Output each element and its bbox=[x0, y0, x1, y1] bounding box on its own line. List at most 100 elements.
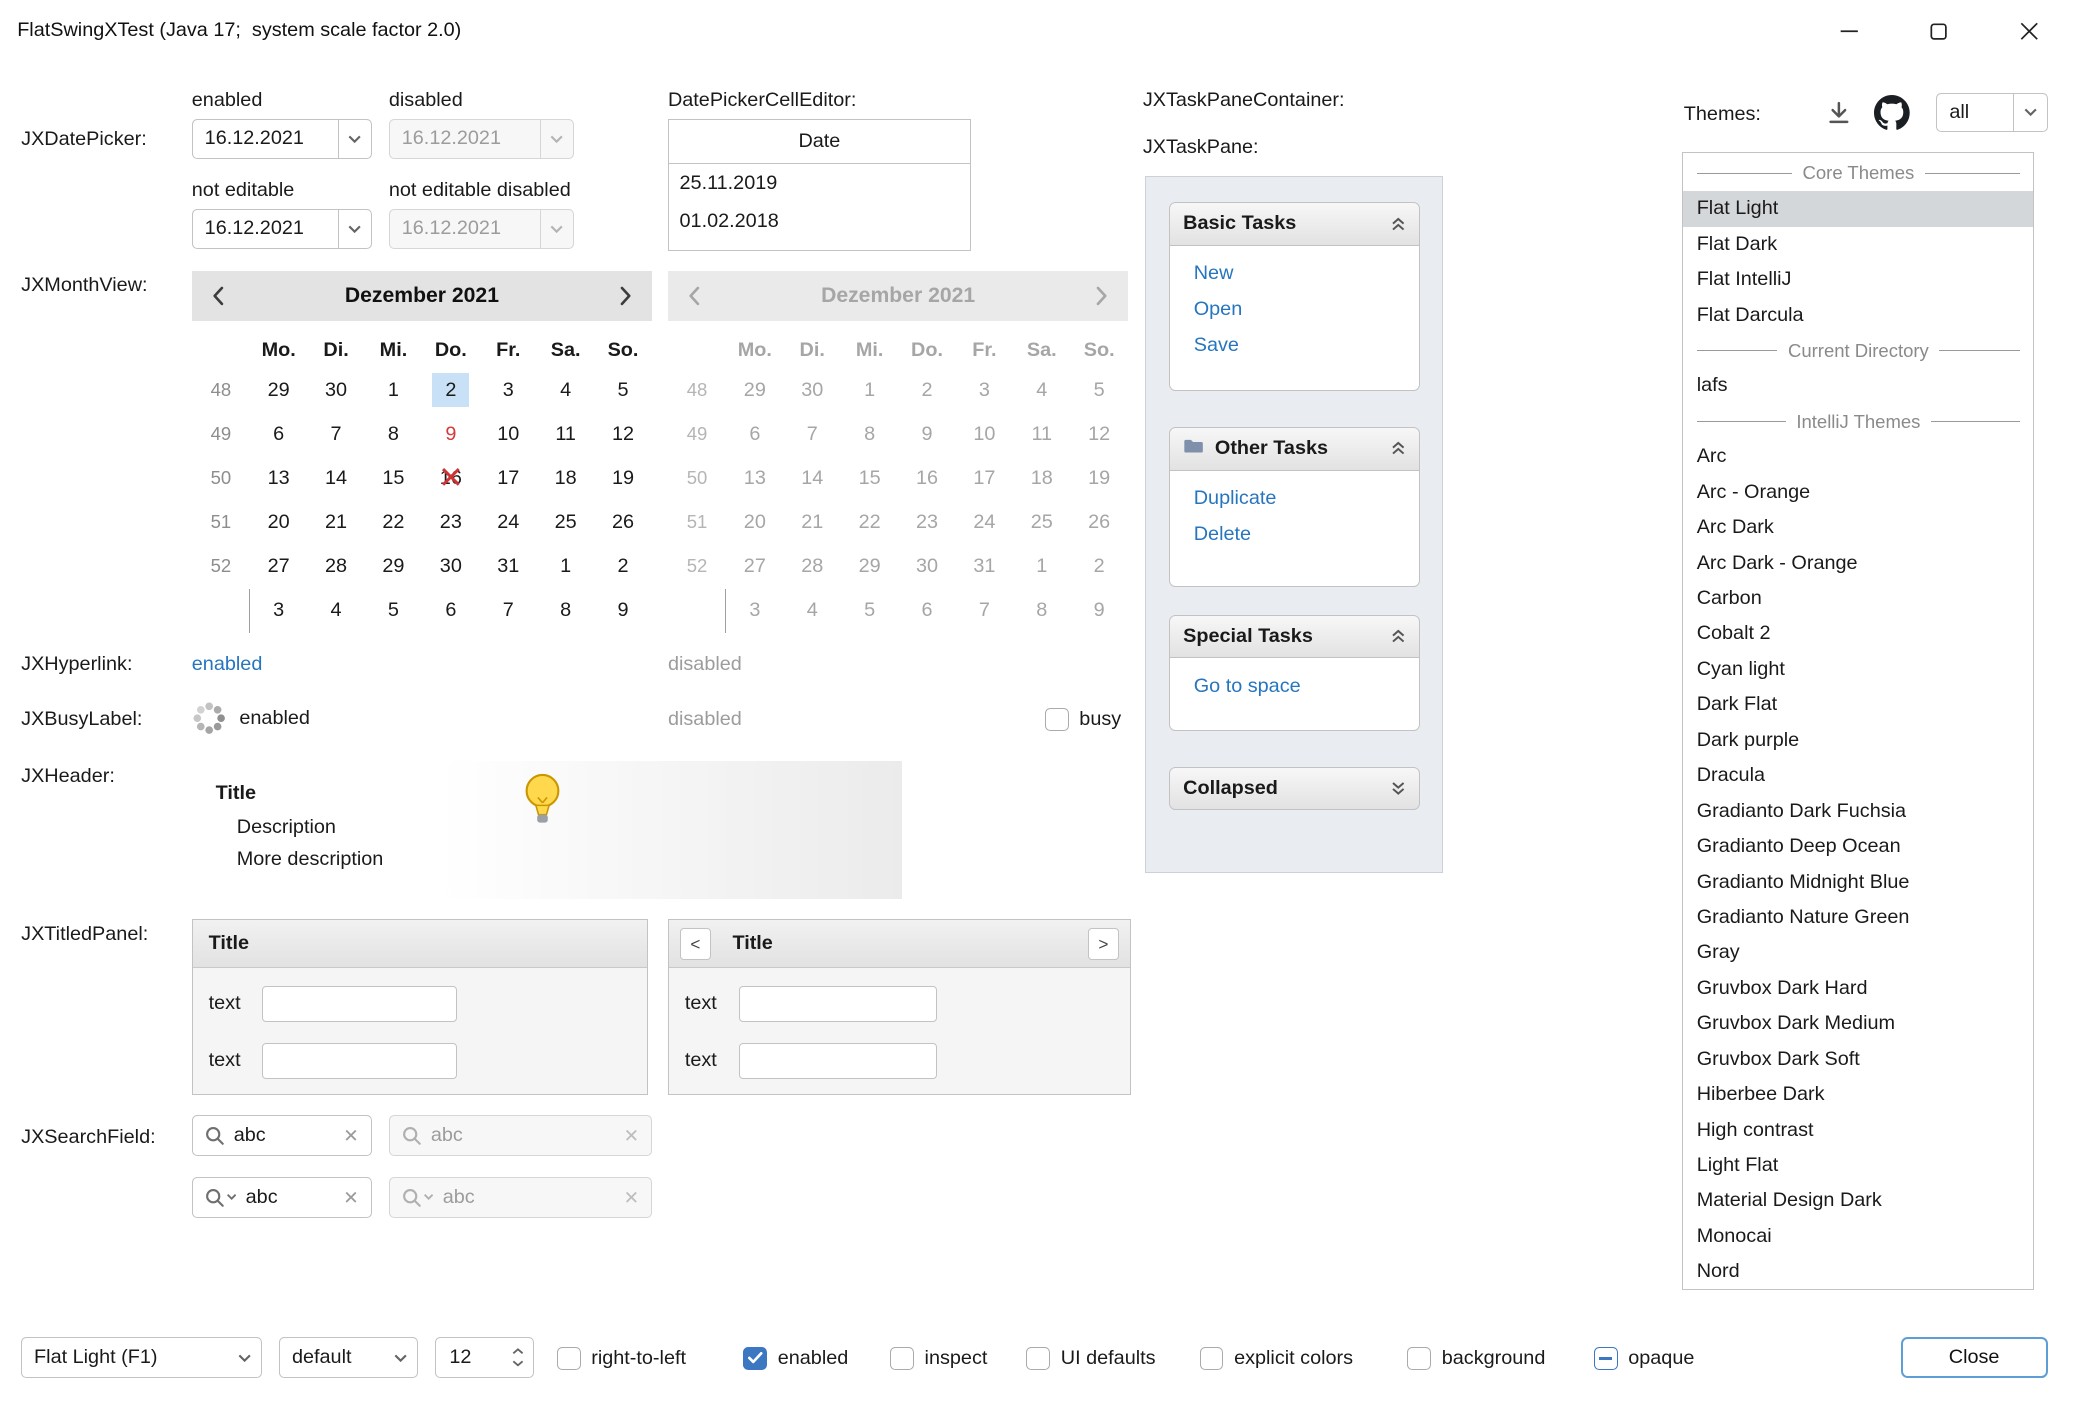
text-input[interactable] bbox=[262, 1043, 458, 1079]
chevron-down-icon[interactable] bbox=[384, 1338, 417, 1377]
calendar-day[interactable]: 21 bbox=[307, 500, 364, 544]
font-size-spinner[interactable]: 12 bbox=[435, 1337, 534, 1378]
calendar-day[interactable]: 2 bbox=[594, 544, 651, 588]
chevron-down-icon[interactable] bbox=[2013, 94, 2046, 132]
theme-list-item[interactable]: Material Design Dark bbox=[1683, 1183, 2033, 1218]
calendar-day[interactable]: 9 bbox=[422, 412, 479, 456]
spinner-buttons[interactable] bbox=[502, 1348, 534, 1367]
theme-list-item[interactable]: Dark purple bbox=[1683, 723, 2033, 758]
theme-list-item[interactable]: Arc bbox=[1683, 439, 2033, 474]
theme-list-item[interactable]: Nord bbox=[1683, 1254, 2033, 1289]
text-input[interactable] bbox=[739, 986, 937, 1022]
calendar-day[interactable]: 8 bbox=[365, 412, 422, 456]
theme-list-item[interactable]: Gruvbox Dark Medium bbox=[1683, 1006, 2033, 1041]
theme-list-item[interactable]: Gradianto Midnight Blue bbox=[1683, 865, 2033, 900]
taskpane-header[interactable]: Collapsed bbox=[1169, 767, 1420, 811]
theme-list-item[interactable]: Flat Darcula bbox=[1683, 298, 2033, 333]
titled-panel-left-button[interactable]: < bbox=[680, 928, 712, 960]
calendar-day[interactable]: 18 bbox=[537, 456, 594, 500]
calendar-day[interactable]: 24 bbox=[480, 500, 537, 544]
calendar-day[interactable]: 30 bbox=[307, 368, 364, 412]
text-input[interactable] bbox=[739, 1043, 937, 1079]
table-cell-date[interactable]: 25.11.2019 bbox=[669, 164, 970, 202]
checkbox-opaque[interactable]: opaque bbox=[1594, 1345, 1695, 1371]
calendar-day[interactable]: 16 bbox=[422, 456, 479, 500]
calendar-day[interactable]: 3 bbox=[250, 589, 307, 633]
taskpane-link[interactable]: New bbox=[1194, 256, 1412, 292]
chevron-down-icon[interactable] bbox=[338, 120, 371, 158]
calendar-day[interactable]: 4 bbox=[537, 368, 594, 412]
search-menu-icon[interactable] bbox=[205, 1188, 237, 1208]
checkbox-background[interactable]: background bbox=[1407, 1345, 1545, 1371]
search-input[interactable]: abc bbox=[246, 1186, 334, 1209]
chevron-down-icon[interactable] bbox=[228, 1338, 261, 1377]
calendar-day[interactable]: 3 bbox=[480, 368, 537, 412]
collapse-chevron-icon[interactable] bbox=[1391, 629, 1406, 644]
calendar-day[interactable]: 29 bbox=[365, 544, 422, 588]
datepicker-not-editable[interactable]: 16.12.2021 bbox=[192, 209, 372, 249]
datepicker-enabled[interactable]: 16.12.2021 bbox=[192, 119, 372, 159]
collapse-chevron-icon[interactable] bbox=[1391, 441, 1406, 456]
theme-list-item[interactable]: lafs bbox=[1683, 368, 2033, 403]
calendar-day[interactable]: 29 bbox=[250, 368, 307, 412]
close-window-button[interactable] bbox=[1984, 0, 2074, 63]
calendar-day[interactable]: 9 bbox=[594, 589, 651, 633]
expand-chevron-icon[interactable] bbox=[1391, 781, 1406, 796]
calendar-day[interactable]: 13 bbox=[250, 456, 307, 500]
laf-combobox-value[interactable]: Flat Light (F1) bbox=[22, 1346, 228, 1369]
search-field-with-menu[interactable]: abc ✕ bbox=[192, 1177, 372, 1218]
maximize-button[interactable] bbox=[1894, 0, 1984, 63]
taskpane-link[interactable]: Open bbox=[1194, 292, 1412, 328]
titled-panel-right-button[interactable]: > bbox=[1088, 928, 1120, 960]
theme-list-item[interactable]: Flat IntelliJ bbox=[1683, 262, 2033, 297]
checkbox-box[interactable] bbox=[1594, 1347, 1618, 1371]
calendar-day[interactable]: 4 bbox=[307, 589, 364, 633]
theme-list-item[interactable]: Gradianto Dark Fuchsia bbox=[1683, 794, 2033, 829]
theme-list-item[interactable]: High contrast bbox=[1683, 1113, 2033, 1148]
theme-list-item[interactable]: Gray bbox=[1683, 935, 2033, 970]
calendar-day[interactable]: 25 bbox=[537, 500, 594, 544]
theme-list-item[interactable]: Gradianto Deep Ocean bbox=[1683, 829, 2033, 864]
calendar-day[interactable]: 11 bbox=[537, 412, 594, 456]
theme-list-item[interactable]: Arc Dark - Orange bbox=[1683, 546, 2033, 581]
calendar-day[interactable]: 10 bbox=[480, 412, 537, 456]
calendar-day[interactable]: 28 bbox=[307, 544, 364, 588]
calendar-day[interactable]: 6 bbox=[422, 589, 479, 633]
calendar-day[interactable]: 19 bbox=[594, 456, 651, 500]
calendar-day[interactable]: 14 bbox=[307, 456, 364, 500]
taskpane-link[interactable]: Duplicate bbox=[1194, 481, 1412, 517]
checkbox-box[interactable] bbox=[890, 1347, 914, 1371]
next-month-button[interactable] bbox=[599, 271, 652, 321]
clear-icon[interactable]: ✕ bbox=[343, 1187, 359, 1209]
checkbox-inspect[interactable]: inspect bbox=[890, 1345, 987, 1371]
calendar-day[interactable]: 12 bbox=[594, 412, 651, 456]
datepicker-value[interactable]: 16.12.2021 bbox=[193, 127, 338, 150]
close-button[interactable]: Close bbox=[1901, 1337, 2048, 1378]
github-icon[interactable] bbox=[1874, 95, 1910, 131]
calendar-day[interactable]: 2 bbox=[422, 368, 479, 412]
theme-list-item[interactable]: Dark Flat bbox=[1683, 687, 2033, 722]
theme-list-item[interactable]: Gradianto Nature Green bbox=[1683, 900, 2033, 935]
calendar-day[interactable]: 30 bbox=[422, 544, 479, 588]
calendar-day[interactable]: 1 bbox=[537, 544, 594, 588]
checkbox-enabled[interactable]: enabled bbox=[743, 1345, 848, 1371]
calendar-day[interactable]: 20 bbox=[250, 500, 307, 544]
theme-list-item[interactable]: Light Flat bbox=[1683, 1148, 2033, 1183]
calendar-day[interactable]: 27 bbox=[250, 544, 307, 588]
theme-list-item[interactable]: Carbon bbox=[1683, 581, 2033, 616]
themes-filter-combobox[interactable]: all bbox=[1936, 93, 2047, 133]
taskpane-link[interactable]: Delete bbox=[1194, 517, 1412, 553]
table-cell-date[interactable]: 01.02.2018 bbox=[669, 202, 970, 240]
checkbox-right-to-left[interactable]: right-to-left bbox=[557, 1345, 686, 1371]
calendar-day[interactable]: 22 bbox=[365, 500, 422, 544]
font-size-value[interactable]: 12 bbox=[436, 1346, 501, 1369]
theme-list-item[interactable]: Dracula bbox=[1683, 758, 2033, 793]
themes-filter-value[interactable]: all bbox=[1937, 101, 2013, 124]
calendar-day[interactable]: 8 bbox=[537, 589, 594, 633]
calendar-day[interactable]: 17 bbox=[480, 456, 537, 500]
checkbox-box[interactable] bbox=[1407, 1347, 1431, 1371]
checkbox-box[interactable] bbox=[557, 1347, 581, 1371]
calendar-day[interactable]: 23 bbox=[422, 500, 479, 544]
checkbox-busy[interactable]: busy bbox=[1045, 706, 1121, 732]
search-field-enabled[interactable]: abc ✕ bbox=[192, 1115, 372, 1156]
